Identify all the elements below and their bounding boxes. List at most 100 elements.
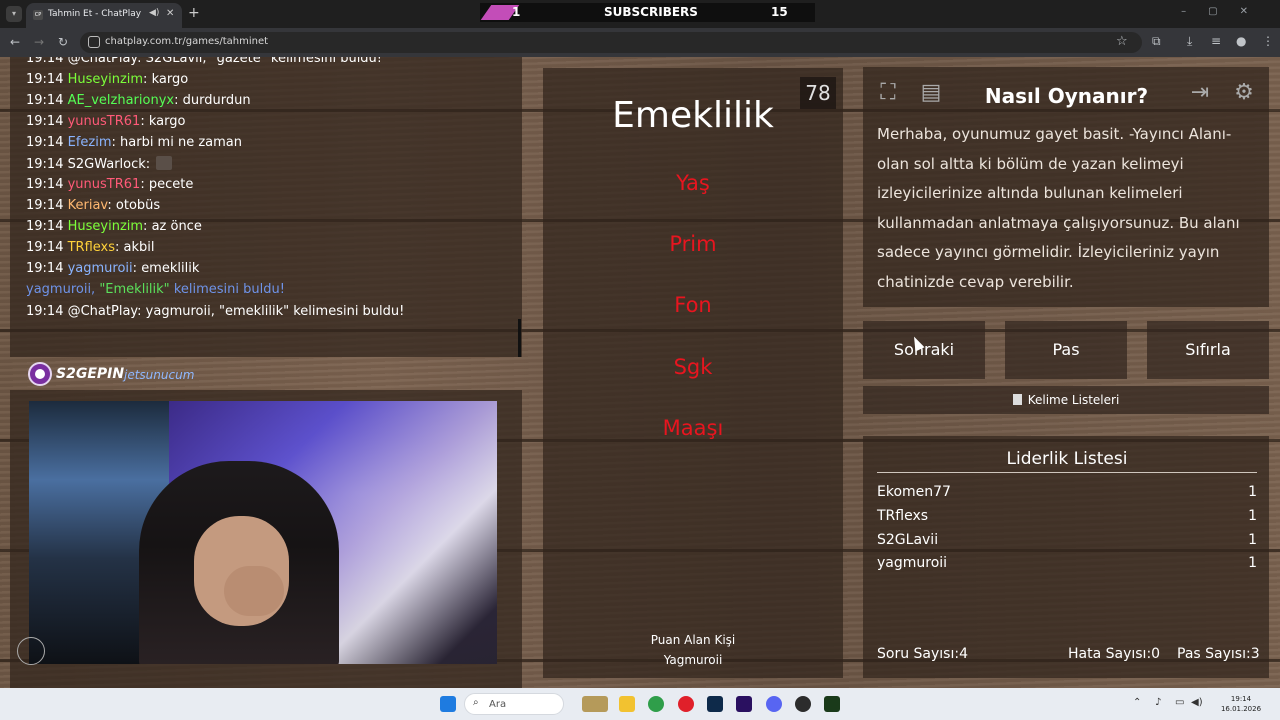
leaderboard-divider xyxy=(877,472,1257,473)
volume-icon[interactable]: ◀) xyxy=(1191,697,1203,708)
reload-icon[interactable]: ↻ xyxy=(58,35,68,49)
reset-button[interactable]: Sıfırla xyxy=(1147,321,1269,379)
opera-icon[interactable] xyxy=(678,696,694,712)
jetsunucum-label: jetsunucum xyxy=(124,368,195,382)
scorer-name: Yagmuroii xyxy=(663,653,723,667)
word-lists-button[interactable]: Kelime Listeleri xyxy=(863,386,1269,414)
taskbar-search-label: Ara xyxy=(489,699,507,710)
chat-user: Huseyinzim xyxy=(67,219,144,234)
game-page: 19:14 @ChatPlay: S2GLavii, "gazete" keli… xyxy=(0,57,1280,688)
url-text: chatplay.com.tr/games/tahminet xyxy=(105,36,269,47)
banner-label: SUBSCRIBERS xyxy=(604,5,698,19)
widget-icon[interactable] xyxy=(582,696,608,712)
network-icon[interactable]: ▭ xyxy=(1175,697,1184,708)
tab-tahmin-et[interactable]: CP Tahmin Et - ChatPlay ◀) ✕ xyxy=(26,3,182,28)
chat-user: @ChatPlay xyxy=(67,304,138,319)
start-icon[interactable] xyxy=(440,696,456,712)
leaderboard-score: 1 xyxy=(1248,508,1257,524)
chat-message: 19:14 AE_velzharionyx: durdurdun xyxy=(26,93,251,108)
webcam-video xyxy=(29,401,497,664)
photoshop-icon[interactable] xyxy=(707,696,723,712)
chat-message: 19:14 Keriav: otobüs xyxy=(26,198,161,213)
chat-user: yagmuroii xyxy=(67,261,133,276)
leaderboard-name: TRflexs xyxy=(877,508,929,524)
url-field[interactable]: chatplay.com.tr/games/tahminet ☆ xyxy=(80,32,1142,53)
microphone-icon[interactable]: ♪ xyxy=(1155,697,1161,708)
howto-title: Nasıl Oynanır? xyxy=(984,84,1149,108)
clock-date: 16.01.2026 xyxy=(1220,705,1262,713)
leaderboard-name: S2GLavii xyxy=(877,532,939,548)
forward-icon[interactable]: → xyxy=(34,35,44,49)
s2gepin-logo-icon xyxy=(28,362,52,386)
chat-message: 19:14 @ChatPlay: S2GLavii, "gazete" keli… xyxy=(26,57,382,66)
chat-message: 19:14 yagmuroii: emeklilik xyxy=(26,261,200,276)
tab-title: Tahmin Et - ChatPlay xyxy=(48,9,142,19)
back-icon[interactable]: ← xyxy=(10,35,20,49)
chat-user: @ChatPlay xyxy=(67,57,138,66)
chat-user: Keriav xyxy=(67,198,108,213)
circle-icon[interactable] xyxy=(17,637,45,665)
document-icon[interactable]: ▤ xyxy=(916,78,946,108)
scorer-label: Puan Alan Kişi xyxy=(650,633,736,647)
bookmark-star-icon[interactable]: ☆ xyxy=(1116,34,1128,49)
gear-icon[interactable]: ⚙ xyxy=(1229,78,1259,108)
close-icon[interactable]: ✕ xyxy=(166,8,174,19)
menu-dots-icon[interactable]: ⋮ xyxy=(1262,34,1274,48)
chat-message: 19:14 yunusTR61: pecete xyxy=(26,177,194,192)
leaderboard-score: 1 xyxy=(1248,484,1257,500)
terminal-icon[interactable] xyxy=(824,696,840,712)
banner-right-value: 15 xyxy=(771,5,788,19)
site-info-icon[interactable] xyxy=(88,36,100,48)
chat-user: Huseyinzim xyxy=(67,72,144,87)
pass-button[interactable]: Pas xyxy=(1005,321,1127,379)
tray-chevron-icon[interactable]: ⌃ xyxy=(1133,697,1141,708)
question-count: Soru Sayısı:4 xyxy=(877,646,968,662)
windows-taskbar: ⌕ Ara ⌃ ♪ ▭ ◀) 19:14 16.01.2026 xyxy=(0,688,1280,720)
banner-left-value: 1 xyxy=(512,5,521,19)
chat-user: yunusTR61 xyxy=(67,114,141,129)
chat-scrollbar[interactable] xyxy=(518,319,521,357)
leaderboard-score: 1 xyxy=(1248,555,1257,571)
emote-icon xyxy=(156,156,173,170)
chat-message: 19:14 Huseyinzim: kargo xyxy=(26,72,189,87)
next-button[interactable]: Sonraki xyxy=(863,321,985,379)
taskbar-clock[interactable]: 19:14 16.01.2026 xyxy=(1210,694,1272,714)
chat-message: 19:14 @ChatPlay: yagmuroii, "emeklilik" … xyxy=(26,304,405,319)
obs-icon[interactable] xyxy=(795,696,811,712)
download-icon[interactable]: ⤓ xyxy=(1187,34,1192,49)
leaderboard-score: 1 xyxy=(1248,532,1257,548)
new-tab-icon[interactable]: + xyxy=(188,5,200,21)
taboo-word: Maaşı xyxy=(662,416,724,440)
leaderboard-name: Ekomen77 xyxy=(877,484,951,500)
howto-text: Merhaba, oyunumuz gayet basit. -Yayıncı … xyxy=(877,125,1240,291)
notice-suffix: kelimesini buldu! xyxy=(173,282,285,297)
notice-user: yagmuroii, xyxy=(26,282,96,297)
notepad-icon xyxy=(1012,394,1022,405)
tab-search-icon[interactable]: ▾ xyxy=(6,6,22,22)
chrome-icon[interactable] xyxy=(648,696,664,712)
chat-message: 19:14 S2GWarlock: xyxy=(26,156,173,172)
search-icon: ⌕ xyxy=(473,697,479,708)
fullscreen-icon[interactable]: ⛶ xyxy=(873,78,903,108)
extensions-icon[interactable]: ⧉ xyxy=(1152,34,1161,49)
chat-user: S2GWarlock xyxy=(67,157,146,172)
discord-icon[interactable] xyxy=(766,696,782,712)
target-word: Emeklilik xyxy=(612,95,774,136)
chat-message: 19:14 Huseyinzim: az önce xyxy=(26,219,202,234)
chat-user: AE_velzharionyx xyxy=(67,93,175,108)
s2gepin-label: S2GEPIN xyxy=(56,366,125,382)
leaderboard-title: Liderlik Listesi xyxy=(1006,449,1128,469)
file-explorer-icon[interactable] xyxy=(619,696,635,712)
media-icon[interactable]: ≡ xyxy=(1211,34,1221,48)
address-bar: ← → ↻ chatplay.com.tr/games/tahminet ☆ ⧉… xyxy=(0,28,1280,57)
exit-icon[interactable]: ⇥ xyxy=(1185,78,1215,108)
chat-panel: 19:14 @ChatPlay: S2GLavii, "gazete" keli… xyxy=(10,57,522,357)
window-controls[interactable]: –▢✕ xyxy=(1181,6,1270,17)
profile-avatar-icon[interactable]: ● xyxy=(1236,34,1246,48)
premiere-icon[interactable] xyxy=(736,696,752,712)
chat-user: TRflexs xyxy=(67,240,116,255)
taboo-word: Fon xyxy=(674,293,712,317)
taskbar-search[interactable]: ⌕ Ara xyxy=(464,693,564,715)
speaker-icon[interactable]: ◀) xyxy=(149,8,159,18)
chat-user: yunusTR61 xyxy=(67,177,141,192)
